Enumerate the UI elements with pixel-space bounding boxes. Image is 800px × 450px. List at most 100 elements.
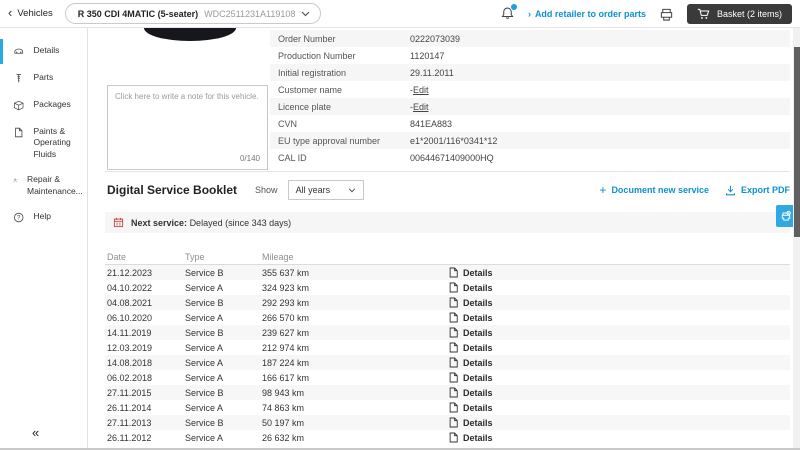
sidebar-item-help[interactable]: ? Help xyxy=(0,204,87,231)
service-type: Service A xyxy=(185,432,224,443)
service-mileage: 324 923 km xyxy=(262,282,310,293)
edit-link[interactable]: Edit xyxy=(413,85,429,95)
sidebar-item-packages[interactable]: Packages xyxy=(0,92,87,119)
edit-link[interactable]: Edit xyxy=(413,102,429,112)
details-link[interactable]: Details xyxy=(449,312,790,323)
service-date: 14.11.2019 xyxy=(107,327,152,338)
table-row: 14.08.2018 Service A 187 224 km Details xyxy=(105,355,790,370)
details-link[interactable]: Details xyxy=(449,282,790,293)
service-type: Service A xyxy=(185,312,224,323)
table-header-row: Date Type Mileage xyxy=(105,250,790,265)
service-date: 14.08.2018 xyxy=(107,357,153,368)
plus-icon: + xyxy=(599,183,607,197)
table-row: 26.11.2012 Service A 26 632 km Details xyxy=(105,430,790,445)
printer-icon[interactable] xyxy=(659,7,674,21)
vehicle-info-row: Licence plate - Edit xyxy=(270,98,790,115)
details-link[interactable]: Details xyxy=(449,357,790,368)
details-link[interactable]: Details xyxy=(449,372,790,383)
service-date: 26.11.2014 xyxy=(107,402,152,413)
document-icon xyxy=(449,372,458,383)
vehicle-note-input[interactable]: Click here to write a note for this vehi… xyxy=(107,85,268,170)
year-filter-value: All years xyxy=(295,185,331,195)
info-value: 1120147 xyxy=(410,50,445,61)
service-mileage: 187 224 km xyxy=(262,357,310,368)
service-mileage: 98 943 km xyxy=(262,387,305,398)
vertical-scrollbar xyxy=(793,28,800,448)
service-type: Service A xyxy=(185,372,224,383)
table-row: 04.08.2021 Service B 292 293 km Details xyxy=(105,295,790,310)
details-link[interactable]: Details xyxy=(449,432,790,443)
chevron-down-icon xyxy=(301,11,310,16)
info-label: Order Number xyxy=(278,33,336,44)
service-history-table: Date Type Mileage 21.12.2023 Service B 3… xyxy=(105,250,790,445)
basket-label: Basket (2 items) xyxy=(716,8,782,19)
table-body: 21.12.2023 Service B 355 637 km Details … xyxy=(105,265,790,445)
export-pdf-button[interactable]: Export PDF xyxy=(725,185,790,196)
calendar-alert-icon xyxy=(113,217,124,228)
sidebar-item-details[interactable]: Details xyxy=(0,38,87,65)
table-row: 27.11.2013 Service B 50 197 km Details xyxy=(105,415,790,430)
vehicle-info-row: Customer name - Edit xyxy=(270,81,790,98)
service-mileage: 166 617 km xyxy=(262,372,310,383)
document-icon xyxy=(449,327,458,338)
service-date: 21.12.2023 xyxy=(107,267,153,278)
sidebar-item-repair-maintenance[interactable]: Repair & Maintenance... xyxy=(0,167,87,204)
service-mileage: 292 293 km xyxy=(262,297,310,308)
vehicle-info-row: CVN 841EA883 xyxy=(270,115,790,132)
package-icon xyxy=(14,100,24,111)
details-link[interactable]: Details xyxy=(449,402,790,413)
vehicle-info-table: Order Number 0222073039 Production Numbe… xyxy=(270,30,790,166)
sidebar-item-label: Help xyxy=(33,211,51,222)
info-label: Customer name xyxy=(278,84,343,95)
info-value: 0222073039 xyxy=(410,33,461,44)
fluid-document-icon xyxy=(15,127,23,138)
document-new-service-button[interactable]: + Document new service xyxy=(599,184,709,196)
details-link[interactable]: Details xyxy=(449,417,790,428)
sidebar-item-label: Packages xyxy=(33,99,71,109)
service-date: 04.10.2022 xyxy=(107,282,153,293)
sidebar-item-paints-fluids[interactable]: Paints & Operating Fluids xyxy=(0,119,87,167)
service-type: Service A xyxy=(185,282,224,293)
details-link[interactable]: Details xyxy=(449,297,790,308)
col-header-mileage: Mileage xyxy=(262,252,294,262)
vehicle-info-row: Initial registration 29.11.2011 xyxy=(270,64,790,81)
service-type: Service A xyxy=(185,357,224,368)
sidebar-item-parts[interactable]: Parts xyxy=(0,65,87,92)
back-to-vehicles[interactable]: ‹ Vehicles xyxy=(8,6,53,19)
info-value: 29.11.2011 xyxy=(410,67,454,78)
service-mileage: 26 632 km xyxy=(262,432,305,443)
document-icon xyxy=(449,282,458,293)
collapse-sidebar-button[interactable]: « xyxy=(32,425,39,440)
service-type: Service B xyxy=(185,417,224,428)
notification-badge xyxy=(509,3,518,11)
screw-part-icon xyxy=(16,74,21,83)
service-booklet-header: Digital Service Booklet Show All years +… xyxy=(107,178,790,202)
details-link[interactable]: Details xyxy=(449,387,790,398)
sidebar-item-label: Repair & Maintenance... xyxy=(27,174,83,196)
basket-button[interactable]: Basket (2 items) xyxy=(686,3,792,24)
add-retailer-link[interactable]: › Add retailer to order parts xyxy=(528,9,646,19)
page-title: Digital Service Booklet xyxy=(107,183,238,197)
vehicle-selector[interactable]: R 350 CDI 4MATIC (5-seater) WDC2511231A1… xyxy=(64,3,322,24)
service-mileage: 266 570 km xyxy=(262,312,310,323)
table-row: 21.12.2023 Service B 355 637 km Details xyxy=(105,265,790,280)
service-date: 04.08.2021 xyxy=(107,297,153,308)
service-type: Service B xyxy=(185,297,224,308)
details-link[interactable]: Details xyxy=(449,267,790,278)
scrollbar-thumb[interactable] xyxy=(793,47,800,237)
document-icon xyxy=(449,402,458,413)
info-label: Licence plate xyxy=(278,101,332,112)
year-filter-select[interactable]: All years xyxy=(287,180,364,200)
main-content: Click here to write a note for this vehi… xyxy=(88,28,800,448)
notifications-button[interactable] xyxy=(500,3,518,21)
back-label: Vehicles xyxy=(17,8,53,19)
info-value: e1*2001/116*0341*12 xyxy=(410,135,498,146)
vehicle-info-row: Order Number 0222073039 xyxy=(270,30,790,47)
details-link[interactable]: Details xyxy=(449,327,790,338)
service-mileage: 74 863 km xyxy=(262,402,305,413)
note-placeholder: Click here to write a note for this vehi… xyxy=(115,92,259,101)
info-label: CVN xyxy=(278,118,298,129)
sidebar-item-label: Paints & Operating Fluids xyxy=(33,126,71,159)
service-date: 27.11.2013 xyxy=(107,417,152,428)
details-link[interactable]: Details xyxy=(449,342,790,353)
